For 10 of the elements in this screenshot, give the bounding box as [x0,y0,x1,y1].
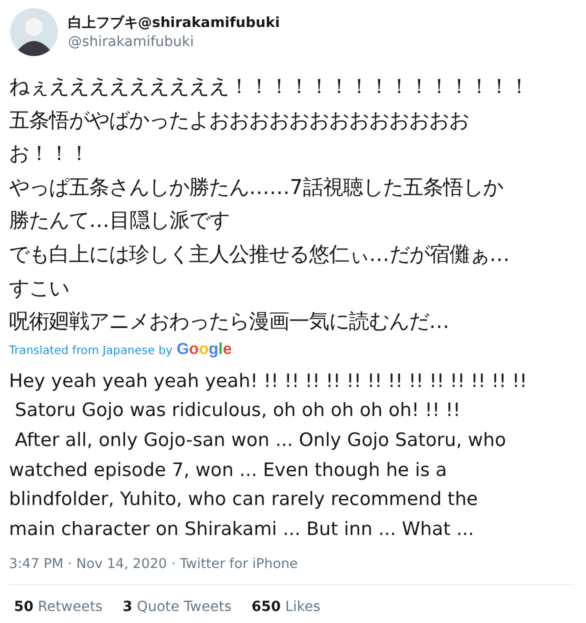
user-handle[interactable]: @shirakamifubuki [68,34,280,50]
avatar[interactable] [10,8,58,56]
display-name[interactable]: 白上フブキ@shirakamifubuki [68,14,280,32]
engagement-count[interactable]: 3 Quote Tweets [122,599,232,616]
engagement-count[interactable]: 650 Likes [252,599,320,616]
google-logo: Google [176,340,232,359]
engagement-count[interactable]: 50 Retweets [14,599,103,616]
translated-text: Hey yeah yeah yeah yeah! !! !! !! !! !! !! !! !! !! !! !! !! !! Satoru Gojo was ridiculous, oh oh oh oh oh! !! !! After all, only Gojo-san won ... Only Gojo Satoru, who watched episode 7, won ... Even though he is a blindfolder, Yuhito, who can rarely recommend the main character on Shirakami ... But inn ... What ... [9,370,528,542]
tweet-text: ねぇえええええええええ！！！！！！！！！！！！！！！ 五条悟がやばかったよおおおおおおおおおおおおお お！！！ やっぱ五条さんしか勝たん……7話視聴した五条悟しか 勝たんて…目隠し派です でも白上には珍しく主人公推せる悠仁ぃ…だが宿儺ぁ… すこい 呪術廻戦アニメおわったら漫画一気に読むんだ… [9,73,530,336]
tweet-timestamp[interactable]: 3:47 PM · Nov 14, 2020 · Twitter for iPhone [9,556,574,572]
